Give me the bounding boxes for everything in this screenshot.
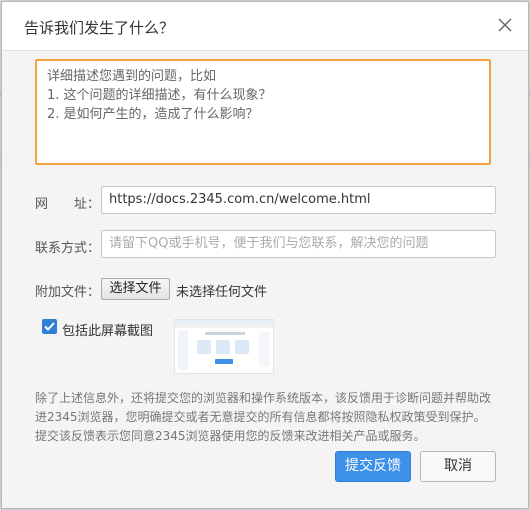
contact-label: 联系方式： <box>35 241 101 256</box>
contact-input[interactable]: 请留下QQ或手机号，便于我们与您联系，解决您的问题 <box>101 230 496 258</box>
feedback-dialog: 告诉我们发生了什么？ 详细描述您遇到的问题，比如 1. 这个问题的详细描述，有什… <box>1 1 529 509</box>
cancel-button[interactable]: 取消 <box>420 451 496 482</box>
screenshot-checkbox[interactable] <box>42 319 57 334</box>
close-icon <box>498 18 512 32</box>
checkmark-icon <box>44 322 55 331</box>
description-textarea[interactable]: 详细描述您遇到的问题，比如 1. 这个问题的详细描述，有什么现象？ 2. 是如何… <box>35 59 491 165</box>
dialog-titlebar: 告诉我们发生了什么？ <box>2 2 528 51</box>
submit-feedback-button[interactable]: 提交反馈 <box>335 451 411 482</box>
url-input[interactable]: https://docs.2345.com.cn/welcome.html <box>101 186 496 214</box>
dialog-title: 告诉我们发生了什么？ <box>24 19 175 37</box>
file-status-text: 未选择任何文件 <box>176 285 268 300</box>
screenshot-thumbnail <box>174 319 274 374</box>
url-label: 网 址： <box>35 197 101 212</box>
attachment-label: 附加文件： <box>35 285 101 300</box>
close-button[interactable] <box>496 16 514 34</box>
privacy-info-text: 除了上述信息外，还将提交您的浏览器和操作系统版本，该反馈用于诊断问题并帮助改进2… <box>35 391 492 443</box>
screenshot-checkbox-label[interactable]: 包括此屏幕截图 <box>62 320 153 339</box>
choose-file-button[interactable]: 选择文件 <box>101 278 170 300</box>
